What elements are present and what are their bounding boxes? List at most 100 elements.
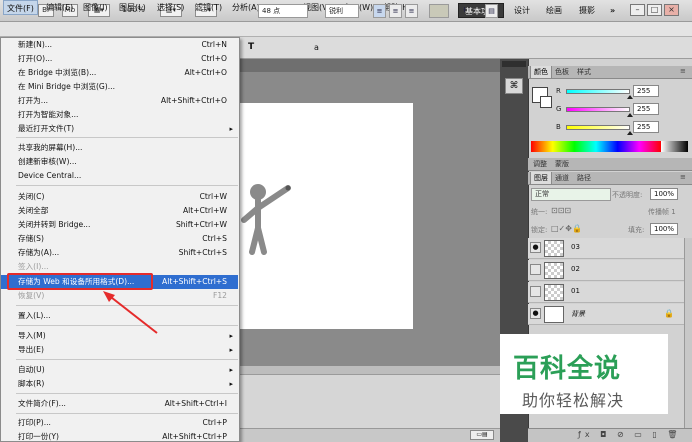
menu-item-automate[interactable]: 自动(U) ▸: [1, 363, 238, 377]
layer-row[interactable]: 01: [528, 282, 684, 303]
layers-panel-footer: ƒx ◘ ⊘ ▭ ▯ 🗑: [528, 428, 692, 442]
channel-b-slider[interactable]: [566, 125, 630, 130]
tab-adjustments[interactable]: 调整: [530, 158, 550, 170]
channel-g-value[interactable]: 255: [633, 103, 659, 115]
menu-separator: [16, 137, 238, 138]
menu-file[interactable]: 文件(F): [3, 0, 38, 15]
menu-item-scripts[interactable]: 脚本(R) ▸: [1, 377, 238, 391]
menu-item-close-go-bridge[interactable]: 关闭并转到 Bridge... Shift+Ctrl+W: [1, 218, 238, 232]
menu-item-device-central[interactable]: Device Central...: [1, 169, 238, 183]
adjustments-panel-tabs: 调整 蒙版: [528, 158, 692, 171]
eye-icon[interactable]: [530, 286, 541, 297]
history-panel-icon[interactable]: ⌘: [505, 78, 523, 94]
eye-icon[interactable]: ●: [530, 242, 541, 253]
menu-item-browse-mini-bridge[interactable]: 在 Mini Bridge 中浏览(G)...: [1, 80, 238, 94]
tab-layers[interactable]: 图层: [530, 172, 552, 184]
layer-actions-icons[interactable]: ƒx ◘ ⊘ ▭ ▯ 🗑: [578, 430, 681, 439]
workspace-painting[interactable]: 绘画: [540, 3, 568, 18]
submenu-arrow-icon: ▸: [229, 125, 233, 133]
menu-edit[interactable]: 编辑(E): [43, 0, 76, 15]
minimize-button[interactable]: –: [630, 4, 645, 16]
unify-icons[interactable]: ⊡⊡⊡: [551, 206, 571, 215]
blend-mode-select[interactable]: 正常: [531, 188, 611, 201]
layer-thumbnail: [544, 306, 564, 323]
align-right-icon[interactable]: ≡: [405, 4, 418, 18]
menu-image[interactable]: 图像(I): [80, 0, 111, 15]
menu-item-print[interactable]: 打印(P)... Ctrl+P: [1, 416, 238, 430]
lock-icons[interactable]: □✓✥🔒: [551, 224, 582, 233]
menu-item-close[interactable]: 关闭(C) Ctrl+W: [1, 190, 238, 204]
menu-item-new[interactable]: 新建(N)... Ctrl+N: [1, 38, 238, 52]
channel-b-value[interactable]: 255: [633, 121, 659, 133]
channel-r-value[interactable]: 255: [633, 85, 659, 97]
menu-separator: [16, 185, 238, 186]
layer-row[interactable]: 02: [528, 260, 684, 281]
layers-panel-tabs: 图层 通道 路径 ≡: [528, 172, 692, 185]
align-left-icon[interactable]: ≡: [373, 4, 386, 18]
background-color-swatch[interactable]: [540, 96, 552, 108]
fill-value[interactable]: 100%: [650, 223, 678, 235]
lock-icon: 🔒: [664, 309, 674, 318]
menu-item-open[interactable]: 打开(O)... Ctrl+O: [1, 52, 238, 66]
antialias-label: a: [314, 43, 319, 52]
menu-item-share-screen[interactable]: 共享我的屏幕(H)...: [1, 141, 238, 155]
close-button[interactable]: ×: [664, 4, 679, 16]
eye-icon[interactable]: ●: [530, 308, 541, 319]
tab-paths[interactable]: 路径: [574, 172, 594, 184]
menu-filter[interactable]: 滤镜(T): [192, 0, 225, 15]
workspace-photography[interactable]: 摄影: [573, 3, 601, 18]
menu-item-open-smart-object[interactable]: 打开为智能对象...: [1, 108, 238, 122]
layers-scrollbar[interactable]: [684, 238, 692, 428]
channel-g-label: G: [556, 105, 562, 113]
panel-options-icon[interactable]: ▭▤: [470, 430, 494, 440]
tab-swatches[interactable]: 色板: [552, 66, 572, 78]
layer-row[interactable]: ● 03: [528, 238, 684, 259]
channel-r-label: R: [556, 87, 561, 95]
layer-thumbnail: [544, 240, 564, 257]
layer-name: 02: [571, 265, 580, 273]
eye-icon[interactable]: [530, 264, 541, 275]
antialias-select[interactable]: 锐利: [325, 4, 359, 18]
menu-item-save[interactable]: 存储(S) Ctrl+S: [1, 232, 238, 246]
tab-masks[interactable]: 蒙版: [552, 158, 572, 170]
menu-select[interactable]: 选择(S): [154, 0, 187, 15]
align-center-icon[interactable]: ≡: [389, 4, 402, 18]
color-spectrum-bar[interactable]: [531, 141, 661, 152]
layers-menu-icon[interactable]: ≡: [680, 173, 686, 181]
tab-color[interactable]: 颜色: [530, 66, 552, 78]
menu-item-open-as[interactable]: 打开为... Alt+Shift+Ctrl+O: [1, 94, 238, 108]
propagate-frame-checkbox[interactable]: 传播帧 1: [648, 207, 676, 217]
menu-item-print-one-copy[interactable]: 打印一份(Y) Alt+Shift+Ctrl+P: [1, 430, 238, 442]
submenu-arrow-icon: ▸: [229, 380, 233, 388]
tab-channels[interactable]: 通道: [552, 172, 572, 184]
channel-b-label: B: [556, 123, 561, 131]
menu-layer[interactable]: 图层(L): [116, 0, 149, 15]
font-size-select[interactable]: 48 点: [258, 4, 308, 18]
text-color-swatch[interactable]: [429, 4, 449, 18]
layer-row-background[interactable]: ● 背景 🔒: [528, 304, 684, 325]
grayscale-ramp[interactable]: [661, 141, 688, 152]
warp-text-icon[interactable]: Ɨ: [458, 4, 471, 18]
maximize-button[interactable]: □: [647, 4, 662, 16]
menu-item-check-in: 签入(I)...: [18, 262, 49, 271]
tab-styles[interactable]: 样式: [574, 66, 594, 78]
menu-item-browse-bridge[interactable]: 在 Bridge 中浏览(B)... Alt+Ctrl+O: [1, 66, 238, 80]
menu-item-export[interactable]: 导出(E) ▸: [1, 343, 238, 357]
channel-g-slider[interactable]: [566, 107, 630, 112]
horizontal-scrollbar[interactable]: [238, 366, 500, 374]
menu-item-save-as[interactable]: 存储为(A)... Shift+Ctrl+S: [1, 246, 238, 260]
menu-separator: [16, 359, 238, 360]
workspace-design[interactable]: 设计: [508, 3, 536, 18]
panel-menu-icon[interactable]: ≡: [680, 67, 686, 75]
menu-item-create-review[interactable]: 创建新审核(W)...: [1, 155, 238, 169]
menu-item-close-all[interactable]: 关闭全部 Alt+Ctrl+W: [1, 204, 238, 218]
channel-r-slider[interactable]: [566, 89, 630, 94]
menu-item-file-info[interactable]: 文件简介(F)... Alt+Shift+Ctrl+I: [1, 397, 238, 411]
dock-collapse-bar[interactable]: [502, 61, 526, 67]
menu-item-recent-files[interactable]: 最近打开文件(T) ▸: [1, 122, 238, 136]
stick-figure-drawing: [241, 184, 291, 255]
opacity-value[interactable]: 100%: [650, 188, 678, 200]
character-panel-icon[interactable]: ▤: [485, 4, 498, 18]
font-size-icon: T: [248, 42, 255, 52]
workspace-more-button[interactable]: »: [604, 3, 621, 18]
